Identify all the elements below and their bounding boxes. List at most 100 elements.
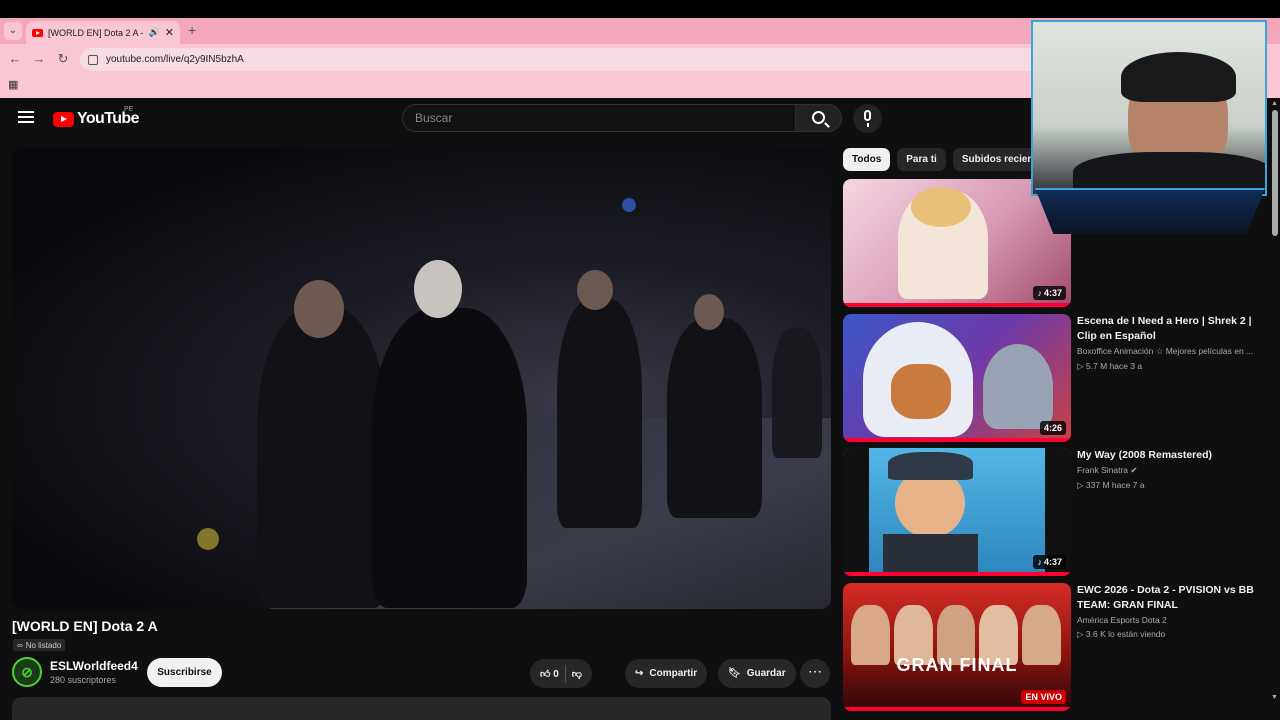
microphone-icon bbox=[864, 110, 871, 121]
share-button[interactable]: ↪ Compartir bbox=[625, 659, 708, 688]
unlisted-label: No listado bbox=[25, 640, 62, 650]
save-button[interactable]: 🔖︎ Guardar bbox=[718, 659, 796, 688]
description-box[interactable] bbox=[12, 697, 831, 720]
recommendation-title[interactable]: Escena de I Need a Hero | Shrek 2 | Clip… bbox=[1077, 314, 1267, 344]
recommendation-channel[interactable]: América Esports Dota 2 bbox=[1077, 615, 1267, 625]
search-input[interactable]: Buscar bbox=[402, 104, 796, 132]
tab-search-button[interactable]: ⌄ bbox=[4, 22, 22, 40]
recommendation-info: EWC 2026 - Dota 2 - PVISION vs BB TEAM: … bbox=[1077, 583, 1267, 640]
like-count: 0 bbox=[553, 668, 559, 680]
like-dislike-group: 👍︎ 0 👎︎ bbox=[530, 659, 592, 688]
speaker-icon[interactable]: 🔊 bbox=[149, 27, 160, 38]
music-note-icon: ♪ bbox=[1037, 557, 1042, 567]
site-info-icon[interactable] bbox=[88, 54, 98, 65]
top-black-bar bbox=[0, 0, 1280, 18]
video-figure bbox=[667, 318, 762, 518]
youtube-play-icon bbox=[53, 111, 74, 127]
dislike-icon[interactable]: 👎︎ bbox=[572, 668, 582, 680]
lens-flare bbox=[622, 198, 636, 212]
video-player[interactable] bbox=[12, 148, 831, 609]
save-label: Guardar bbox=[746, 668, 786, 679]
video-figure bbox=[257, 308, 387, 608]
url-text: youtube.com/live/q2y9IN5bzhA bbox=[106, 54, 244, 65]
bookmark-icon: 🔖︎ bbox=[728, 668, 741, 679]
tab-title: [WORLD EN] Dota 2 A - You bbox=[48, 27, 144, 38]
thumbnail-border-left bbox=[843, 448, 869, 576]
thumbnail-hair bbox=[911, 187, 971, 227]
unlisted-badge: ∞ No listado bbox=[13, 639, 66, 651]
live-badge: EN VIVO bbox=[1021, 690, 1066, 704]
voice-search-button[interactable] bbox=[853, 104, 882, 133]
video-figure bbox=[557, 298, 642, 528]
video-thumbnail[interactable]: ♪ 4:37 bbox=[843, 448, 1071, 576]
video-thumbnail[interactable]: ♪ 4:37 bbox=[843, 179, 1071, 307]
share-icon: ↪ bbox=[635, 668, 644, 679]
channel-avatar[interactable]: ⊘ bbox=[12, 657, 42, 687]
new-tab-button[interactable]: + bbox=[188, 22, 196, 38]
search-placeholder: Buscar bbox=[415, 111, 453, 125]
verified-icon: ✔ bbox=[1130, 465, 1138, 475]
duration-badge: ♪ 4:37 bbox=[1033, 555, 1066, 569]
video-figure-head bbox=[414, 260, 462, 318]
recommendation-meta: ▷ 5.7 M hace 3 a bbox=[1077, 361, 1143, 371]
live-bar bbox=[843, 707, 1071, 711]
reload-icon[interactable]: ↻ bbox=[54, 50, 72, 68]
active-tab[interactable]: [WORLD EN] Dota 2 A - You 🔊 ✕ bbox=[26, 21, 180, 44]
webcam-headphones bbox=[1121, 52, 1236, 102]
recommendation-info: My Way (2008 Remastered) Frank Sinatra ✔… bbox=[1077, 448, 1267, 491]
link-icon: ∞ bbox=[17, 640, 23, 650]
close-tab-icon[interactable]: ✕ bbox=[165, 26, 174, 39]
forward-icon[interactable]: → bbox=[30, 50, 48, 68]
video-figure-head bbox=[294, 280, 344, 338]
watch-progress-bar bbox=[843, 572, 1071, 576]
more-actions-icon[interactable]: ⋯ bbox=[800, 659, 830, 688]
youtube-favicon-icon bbox=[32, 28, 43, 37]
apps-grid-icon[interactable]: ▦ bbox=[8, 78, 18, 91]
chip-all[interactable]: Todos bbox=[843, 148, 891, 171]
recommendation-info: Escena de I Need a Hero | Shrek 2 | Clip… bbox=[1077, 314, 1267, 372]
menu-icon[interactable] bbox=[18, 111, 34, 123]
recommendation-item[interactable]: GRAN FINAL EN VIVO EWC 2026 - Dota 2 - P… bbox=[843, 583, 1273, 711]
webcam-frame-decoration bbox=[1035, 188, 1265, 234]
subscribe-button[interactable]: Suscribirse bbox=[147, 658, 222, 687]
thumbnail-hat bbox=[888, 452, 973, 480]
chip-for-you[interactable]: Para ti bbox=[897, 148, 946, 171]
subscriber-count: 280 suscriptores bbox=[50, 675, 117, 685]
channel-name[interactable]: ESLWorldfeed4 bbox=[50, 659, 138, 673]
watch-progress-bar bbox=[843, 438, 1071, 442]
recommendation-item[interactable]: 4:26 Escena de I Need a Hero | Shrek 2 |… bbox=[843, 314, 1273, 442]
scroll-thumb[interactable] bbox=[1272, 110, 1278, 236]
duration-badge: 4:26 bbox=[1039, 421, 1066, 435]
thumbnail-suit bbox=[883, 534, 978, 576]
recommendation-channel[interactable]: Frank Sinatra ✔ bbox=[1077, 465, 1267, 476]
share-label: Compartir bbox=[649, 668, 698, 679]
video-thumbnail[interactable]: 4:26 bbox=[843, 314, 1071, 442]
recommendation-title[interactable]: My Way (2008 Remastered) bbox=[1077, 448, 1267, 463]
country-code: PE bbox=[124, 106, 134, 113]
music-note-icon: ♪ bbox=[1037, 288, 1042, 298]
video-figure bbox=[772, 328, 822, 458]
back-icon[interactable]: ← bbox=[6, 50, 24, 68]
lens-flare bbox=[197, 528, 219, 550]
thumbnail-text: GRAN FINAL bbox=[896, 655, 1018, 675]
video-title: [WORLD EN] Dota 2 A bbox=[12, 618, 158, 634]
recommendation-meta: ▷ 3.6 K lo están viendo bbox=[1077, 629, 1166, 639]
watch-progress-bar bbox=[843, 303, 1071, 307]
search-icon bbox=[812, 111, 825, 124]
video-figure-head bbox=[577, 270, 613, 310]
video-figure bbox=[372, 308, 527, 608]
scroll-up-icon[interactable]: ▲ bbox=[1271, 100, 1278, 107]
video-thumbnail[interactable]: GRAN FINAL EN VIVO bbox=[843, 583, 1071, 711]
search-button[interactable] bbox=[795, 104, 842, 132]
recommendation-channel[interactable]: Boxoffice Animación ☆ Mejores películas … bbox=[1077, 346, 1267, 357]
page-scrollbar[interactable]: ▲ ▼ bbox=[1270, 98, 1280, 720]
address-bar[interactable]: youtube.com/live/q2y9IN5bzhA bbox=[80, 48, 1040, 71]
scroll-down-icon[interactable]: ▼ bbox=[1271, 694, 1278, 701]
video-figure-head bbox=[694, 294, 724, 330]
recommendation-item[interactable]: ♪ 4:37 My Way (2008 Remastered) Frank Sin… bbox=[843, 448, 1273, 576]
thumbnail-face bbox=[891, 364, 951, 419]
youtube-logo[interactable]: YouTube PE bbox=[53, 106, 139, 128]
filter-chips: Todos Para ti Subidos recientes bbox=[843, 148, 1057, 171]
recommendation-title[interactable]: EWC 2026 - Dota 2 - PVISION vs BB TEAM: … bbox=[1077, 583, 1267, 613]
like-button[interactable]: 👍︎ 0 bbox=[540, 668, 559, 680]
